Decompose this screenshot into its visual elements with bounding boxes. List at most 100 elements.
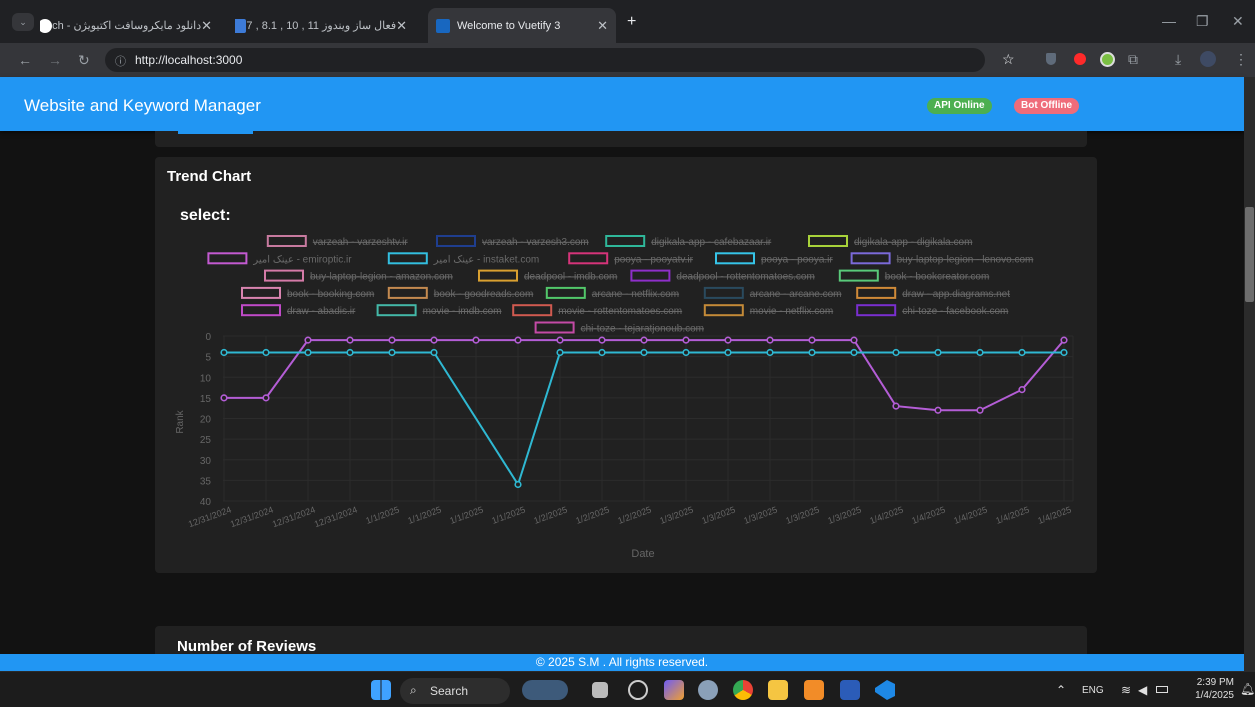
copilot-icon[interactable] (664, 680, 684, 700)
legend-item-label: arcane - arcane.com (750, 289, 842, 300)
data-point (388, 336, 396, 344)
reload-icon[interactable]: ↻ (78, 52, 90, 69)
data-point (262, 394, 270, 402)
profile-avatar-icon[interactable] (1200, 51, 1216, 67)
legend-swatch (545, 286, 586, 299)
language-indicator[interactable]: ENG (1082, 685, 1104, 696)
tab-search-icon[interactable]: ⌄ (12, 13, 34, 31)
legend-swatch (703, 304, 744, 317)
data-point (1060, 336, 1068, 344)
search-icon: ⌕ (410, 683, 417, 697)
media-player-icon[interactable] (628, 680, 648, 700)
data-point (430, 348, 438, 357)
windows-taskbar: ⌕ Search ⌃ ENG ≋ ◀ 2:39 PM 1/4/2025 🔔︎ (0, 671, 1255, 707)
tab-vuetify[interactable]: Welcome to Vuetify 3 ✕ (428, 8, 616, 43)
y-tick-label: 0 (205, 332, 211, 343)
legend-item-label: chi-toze - tejaratjonoub.com (581, 324, 704, 335)
y-axis-ticks: 0 5 10 15 20 25 30 35 40 (200, 332, 212, 508)
scrollbar-thumb[interactable] (1245, 207, 1254, 302)
vscode-icon[interactable] (875, 680, 895, 700)
back-icon[interactable]: ← (18, 52, 32, 68)
volume-icon[interactable]: ◀ (1138, 683, 1147, 697)
app-orange-icon[interactable] (804, 680, 824, 700)
x-tick-label: 1/3/2025 (658, 504, 694, 525)
y-tick-label: 5 (205, 353, 211, 364)
wifi-icon[interactable]: ≋ (1121, 683, 1131, 697)
data-point (934, 406, 942, 414)
data-point (304, 348, 312, 357)
site-info-icon[interactable]: ⓘ (115, 53, 126, 69)
legend-swatch (387, 286, 428, 299)
extension-red-icon[interactable] (1074, 53, 1086, 65)
tray-chevron-icon[interactable]: ⌃ (1056, 683, 1066, 697)
chrome-taskbar-icon[interactable] (733, 680, 753, 700)
legend-item-label: pooya - pooya.ir (761, 254, 833, 265)
legend-item-label: draw - abadis.ir (287, 306, 356, 317)
restore-icon[interactable]: ❐ (1196, 13, 1209, 30)
x-tick-label: 1/3/2025 (700, 504, 736, 525)
download-icon[interactable]: ⤓ (1175, 51, 1181, 68)
notification-bell-icon[interactable]: 🔔︎ (1240, 682, 1255, 696)
url-field[interactable]: ⓘ http://localhost:3000 (105, 48, 985, 72)
data-point (430, 336, 438, 344)
data-point (1018, 348, 1026, 357)
reviews-title: Number of Reviews (177, 638, 317, 655)
legend-swatch (605, 235, 646, 247)
task-view-icon[interactable] (592, 682, 608, 698)
legend-swatch (808, 235, 848, 247)
data-point (724, 348, 732, 357)
file-explorer-icon[interactable] (768, 680, 788, 700)
battery-icon[interactable] (1156, 686, 1168, 693)
page-scrollbar[interactable] (1244, 77, 1255, 671)
forward-icon[interactable]: → (48, 52, 62, 68)
x-tick-label: 1/4/2025 (1036, 504, 1072, 525)
site-favicon (235, 18, 247, 33)
previous-card-button[interactable] (178, 131, 253, 134)
tab-microsoft-activation[interactable]: ✕ دانلود مایکروسافت اکتیویژن - ch (40, 8, 230, 43)
settings-gear-icon[interactable] (698, 680, 718, 700)
x-tick-label: 1/1/2025 (448, 504, 484, 525)
tab-label: دانلود مایکروسافت اکتیویژن - ch (52, 20, 202, 32)
y-tick-label: 10 (200, 373, 212, 384)
taskbar-search[interactable]: ⌕ Search (400, 678, 510, 704)
x-tick-label: 1/1/2025 (490, 504, 526, 525)
legend-swatch (207, 252, 248, 265)
word-icon[interactable] (840, 680, 860, 700)
legend-swatch (568, 252, 609, 265)
legend-item-label: movie - rottentomatoes.com (558, 306, 682, 317)
data-point (640, 348, 648, 357)
extension-vpn-icon[interactable] (1100, 52, 1115, 67)
data-point (556, 336, 564, 344)
legend-item-label: pooya - pooyatv.ir (614, 254, 693, 265)
clock-date[interactable]: 1/4/2025 (1186, 690, 1234, 701)
tab-close-icon[interactable]: ✕ (396, 18, 417, 34)
tab-windows-activator[interactable]: ✕ فعال ساز ویندوز 11 , 10 , 8.1 , 7 (235, 8, 425, 43)
minimize-icon[interactable]: — (1162, 13, 1176, 29)
legend-item-label: varzeah - varzesh3.com (482, 237, 589, 248)
legend-swatch (266, 235, 307, 247)
x-tick-label: 1/2/2025 (574, 504, 610, 525)
y-tick-label: 15 (200, 394, 212, 405)
widgets-icon[interactable] (522, 680, 568, 700)
legend-swatch (838, 269, 879, 282)
legend-swatch (241, 304, 281, 317)
tab-close-icon[interactable]: ✕ (201, 18, 222, 34)
select-label: select: (180, 207, 231, 224)
extension-shield-icon[interactable] (1046, 53, 1056, 65)
bookmark-star-icon[interactable]: ☆ (1002, 51, 1015, 68)
close-window-icon[interactable]: ✕ (1232, 13, 1244, 30)
new-tab-button[interactable]: + (627, 13, 636, 31)
legend-swatch (630, 269, 671, 282)
legend-item-label: digikala-app - cafebazaar.ir (651, 237, 772, 248)
extensions-puzzle-icon[interactable]: ⧉ (1128, 51, 1138, 68)
chrome-menu-icon[interactable]: ⋮ (1234, 51, 1248, 68)
x-tick-label: 1/2/2025 (532, 504, 568, 525)
windows-start-icon[interactable] (371, 680, 391, 700)
tab-close-icon[interactable]: ✕ (587, 18, 608, 34)
previous-card-bottom (155, 131, 1087, 147)
clock-time[interactable]: 2:39 PM (1194, 677, 1234, 688)
data-point (724, 336, 732, 344)
legend-swatch (264, 269, 304, 282)
legend-item-label: عینک امیر - emiroptic.ir (252, 254, 352, 265)
legend-swatch (478, 269, 518, 282)
